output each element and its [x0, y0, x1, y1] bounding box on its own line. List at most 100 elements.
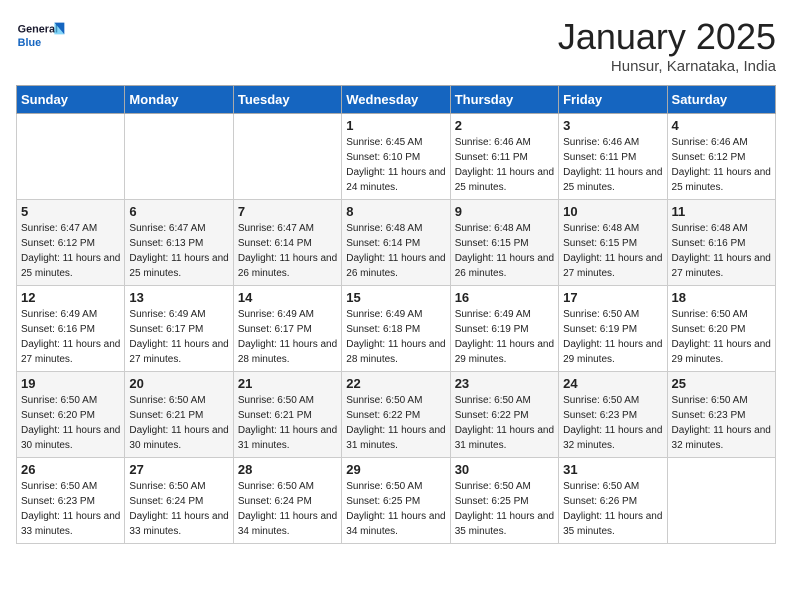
day-info: Sunrise: 6:48 AMSunset: 6:15 PMDaylight:… — [563, 221, 662, 281]
day-number: 15 — [346, 290, 445, 305]
day-number: 1 — [346, 118, 445, 133]
day-number: 17 — [563, 290, 662, 305]
day-number: 29 — [346, 462, 445, 477]
calendar-cell — [233, 114, 341, 200]
weekday-header-row: SundayMondayTuesdayWednesdayThursdayFrid… — [17, 86, 776, 114]
calendar-cell: 5 Sunrise: 6:47 AMSunset: 6:12 PMDaylight… — [17, 200, 125, 286]
day-info: Sunrise: 6:50 AMSunset: 6:23 PMDaylight:… — [563, 393, 662, 453]
day-info: Sunrise: 6:46 AMSunset: 6:11 PMDaylight:… — [563, 135, 662, 195]
calendar-cell: 6 Sunrise: 6:47 AMSunset: 6:13 PMDaylight… — [125, 200, 233, 286]
calendar-cell: 10 Sunrise: 6:48 AMSunset: 6:15 PMDayligh… — [559, 200, 667, 286]
day-number: 13 — [129, 290, 228, 305]
calendar-cell: 9 Sunrise: 6:48 AMSunset: 6:15 PMDaylight… — [450, 200, 558, 286]
day-info: Sunrise: 6:49 AMSunset: 6:17 PMDaylight:… — [238, 307, 337, 367]
day-number: 9 — [455, 204, 554, 219]
day-number: 6 — [129, 204, 228, 219]
day-info: Sunrise: 6:50 AMSunset: 6:23 PMDaylight:… — [672, 393, 771, 453]
week-row-2: 5 Sunrise: 6:47 AMSunset: 6:12 PMDaylight… — [17, 200, 776, 286]
logo-icon: General Blue — [16, 16, 66, 56]
day-info: Sunrise: 6:50 AMSunset: 6:20 PMDaylight:… — [672, 307, 771, 367]
day-number: 11 — [672, 204, 771, 219]
calendar-cell: 30 Sunrise: 6:50 AMSunset: 6:25 PMDayligh… — [450, 458, 558, 544]
calendar-cell: 3Sunrise: 6:46 AMSunset: 6:11 PMDaylight… — [559, 114, 667, 200]
weekday-header-thursday: Thursday — [450, 86, 558, 114]
day-number: 16 — [455, 290, 554, 305]
page-header: General Blue January 2025 Hunsur, Karnat… — [16, 16, 776, 75]
calendar-cell — [125, 114, 233, 200]
title-block: January 2025 Hunsur, Karnataka, India — [558, 16, 776, 75]
calendar-cell — [667, 458, 775, 544]
day-info: Sunrise: 6:50 AMSunset: 6:21 PMDaylight:… — [129, 393, 228, 453]
day-info: Sunrise: 6:45 AMSunset: 6:10 PMDaylight:… — [346, 135, 445, 195]
day-info: Sunrise: 6:47 AMSunset: 6:14 PMDaylight:… — [238, 221, 337, 281]
day-info: Sunrise: 6:47 AMSunset: 6:13 PMDaylight:… — [129, 221, 228, 281]
day-info: Sunrise: 6:49 AMSunset: 6:18 PMDaylight:… — [346, 307, 445, 367]
day-info: Sunrise: 6:46 AMSunset: 6:11 PMDaylight:… — [455, 135, 554, 195]
day-number: 25 — [672, 376, 771, 391]
day-number: 7 — [238, 204, 337, 219]
weekday-header-wednesday: Wednesday — [342, 86, 450, 114]
day-number: 24 — [563, 376, 662, 391]
week-row-5: 26Sunrise: 6:50 AMSunset: 6:23 PMDayligh… — [17, 458, 776, 544]
calendar-cell: 4Sunrise: 6:46 AMSunset: 6:12 PMDaylight… — [667, 114, 775, 200]
weekday-header-tuesday: Tuesday — [233, 86, 341, 114]
calendar-cell: 19 Sunrise: 6:50 AMSunset: 6:20 PMDayligh… — [17, 372, 125, 458]
day-number: 8 — [346, 204, 445, 219]
day-info: Sunrise: 6:50 AMSunset: 6:24 PMDaylight:… — [129, 479, 228, 539]
day-number: 20 — [129, 376, 228, 391]
day-info: Sunrise: 6:50 AMSunset: 6:21 PMDaylight:… — [238, 393, 337, 453]
calendar-cell — [17, 114, 125, 200]
day-number: 10 — [563, 204, 662, 219]
day-number: 19 — [21, 376, 120, 391]
day-info: Sunrise: 6:49 AMSunset: 6:17 PMDaylight:… — [129, 307, 228, 367]
day-number: 27 — [129, 462, 228, 477]
day-number: 31 — [563, 462, 662, 477]
svg-text:General: General — [18, 24, 58, 36]
day-number: 2 — [455, 118, 554, 133]
calendar-cell: 11 Sunrise: 6:48 AMSunset: 6:16 PMDayligh… — [667, 200, 775, 286]
calendar-table: SundayMondayTuesdayWednesdayThursdayFrid… — [16, 85, 776, 544]
calendar-cell: 20 Sunrise: 6:50 AMSunset: 6:21 PMDayligh… — [125, 372, 233, 458]
day-info: Sunrise: 6:48 AMSunset: 6:15 PMDaylight:… — [455, 221, 554, 281]
day-number: 28 — [238, 462, 337, 477]
weekday-header-friday: Friday — [559, 86, 667, 114]
calendar-cell: 14Sunrise: 6:49 AMSunset: 6:17 PMDayligh… — [233, 286, 341, 372]
day-info: Sunrise: 6:50 AMSunset: 6:23 PMDaylight:… — [21, 479, 120, 539]
calendar-cell: 28 Sunrise: 6:50 AMSunset: 6:24 PMDayligh… — [233, 458, 341, 544]
day-info: Sunrise: 6:46 AMSunset: 6:12 PMDaylight:… — [672, 135, 771, 195]
calendar-cell: 13 Sunrise: 6:49 AMSunset: 6:17 PMDayligh… — [125, 286, 233, 372]
day-info: Sunrise: 6:49 AMSunset: 6:16 PMDaylight:… — [21, 307, 120, 367]
weekday-header-sunday: Sunday — [17, 86, 125, 114]
calendar-cell: 26Sunrise: 6:50 AMSunset: 6:23 PMDayligh… — [17, 458, 125, 544]
day-number: 22 — [346, 376, 445, 391]
day-number: 5 — [21, 204, 120, 219]
week-row-1: 1 Sunrise: 6:45 AMSunset: 6:10 PMDaylight… — [17, 114, 776, 200]
day-info: Sunrise: 6:50 AMSunset: 6:19 PMDaylight:… — [563, 307, 662, 367]
calendar-cell: 18 Sunrise: 6:50 AMSunset: 6:20 PMDayligh… — [667, 286, 775, 372]
month-title: January 2025 — [558, 16, 776, 58]
calendar-cell: 25 Sunrise: 6:50 AMSunset: 6:23 PMDayligh… — [667, 372, 775, 458]
calendar-cell: 31Sunrise: 6:50 AMSunset: 6:26 PMDayligh… — [559, 458, 667, 544]
weekday-header-saturday: Saturday — [667, 86, 775, 114]
day-info: Sunrise: 6:50 AMSunset: 6:24 PMDaylight:… — [238, 479, 337, 539]
day-number: 18 — [672, 290, 771, 305]
day-info: Sunrise: 6:50 AMSunset: 6:20 PMDaylight:… — [21, 393, 120, 453]
calendar-cell: 2 Sunrise: 6:46 AMSunset: 6:11 PMDaylight… — [450, 114, 558, 200]
svg-text:Blue: Blue — [18, 37, 41, 49]
day-info: Sunrise: 6:50 AMSunset: 6:25 PMDaylight:… — [455, 479, 554, 539]
weekday-header-monday: Monday — [125, 86, 233, 114]
calendar-cell: 8Sunrise: 6:48 AMSunset: 6:14 PMDaylight… — [342, 200, 450, 286]
calendar-cell: 12Sunrise: 6:49 AMSunset: 6:16 PMDayligh… — [17, 286, 125, 372]
day-number: 23 — [455, 376, 554, 391]
calendar-cell: 21 Sunrise: 6:50 AMSunset: 6:21 PMDayligh… — [233, 372, 341, 458]
logo: General Blue — [16, 16, 66, 56]
day-number: 21 — [238, 376, 337, 391]
calendar-cell: 1 Sunrise: 6:45 AMSunset: 6:10 PMDaylight… — [342, 114, 450, 200]
day-info: Sunrise: 6:48 AMSunset: 6:16 PMDaylight:… — [672, 221, 771, 281]
day-number: 30 — [455, 462, 554, 477]
day-info: Sunrise: 6:47 AMSunset: 6:12 PMDaylight:… — [21, 221, 120, 281]
week-row-3: 12Sunrise: 6:49 AMSunset: 6:16 PMDayligh… — [17, 286, 776, 372]
day-info: Sunrise: 6:49 AMSunset: 6:19 PMDaylight:… — [455, 307, 554, 367]
day-info: Sunrise: 6:50 AMSunset: 6:22 PMDaylight:… — [346, 393, 445, 453]
day-info: Sunrise: 6:50 AMSunset: 6:22 PMDaylight:… — [455, 393, 554, 453]
